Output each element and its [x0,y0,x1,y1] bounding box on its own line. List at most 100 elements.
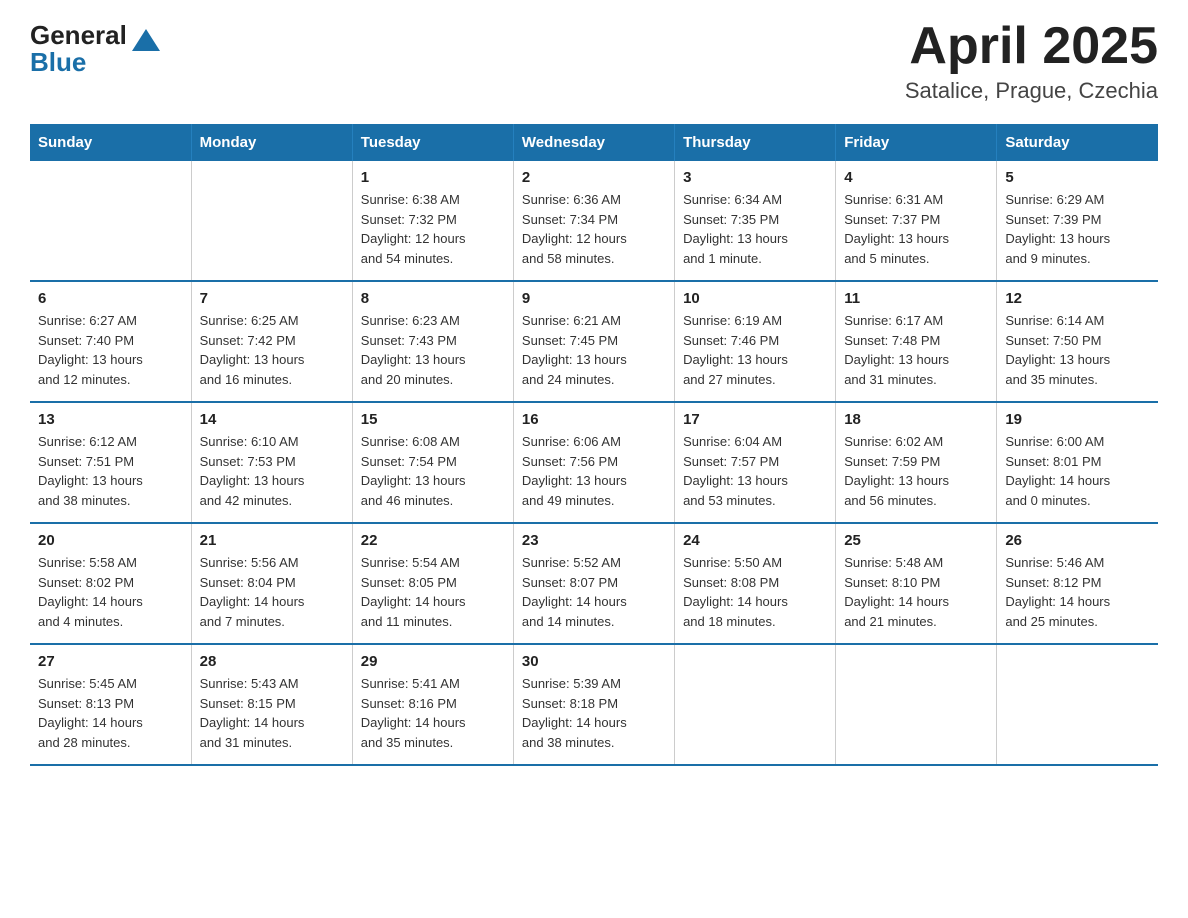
calendar-cell: 13 Sunrise: 6:12 AMSunset: 7:51 PMDayligh… [30,402,191,523]
day-number: 9 [522,290,666,307]
day-number: 29 [361,653,505,670]
day-number: 22 [361,532,505,549]
day-info: Sunrise: 6:29 AMSunset: 7:39 PMDaylight:… [1005,190,1150,268]
day-info: Sunrise: 5:46 AMSunset: 8:12 PMDaylight:… [1005,553,1150,631]
logo-blue-text: Blue [30,47,86,78]
day-number: 2 [522,169,666,186]
day-info: Sunrise: 6:08 AMSunset: 7:54 PMDaylight:… [361,432,505,510]
calendar-cell: 8 Sunrise: 6:23 AMSunset: 7:43 PMDaylight… [352,281,513,402]
calendar-table: SundayMondayTuesdayWednesdayThursdayFrid… [30,124,1158,766]
day-info: Sunrise: 5:43 AMSunset: 8:15 PMDaylight:… [200,674,344,752]
day-info: Sunrise: 6:31 AMSunset: 7:37 PMDaylight:… [844,190,988,268]
day-number: 24 [683,532,827,549]
calendar-cell: 15 Sunrise: 6:08 AMSunset: 7:54 PMDayligh… [352,402,513,523]
day-number: 15 [361,411,505,428]
calendar-title-block: April 2025 Satalice, Prague, Czechia [905,20,1158,104]
calendar-week-row: 1 Sunrise: 6:38 AMSunset: 7:32 PMDaylight… [30,161,1158,281]
calendar-cell: 19 Sunrise: 6:00 AMSunset: 8:01 PMDayligh… [997,402,1158,523]
day-number: 30 [522,653,666,670]
weekday-header-monday: Monday [191,124,352,161]
calendar-cell: 28 Sunrise: 5:43 AMSunset: 8:15 PMDayligh… [191,644,352,765]
day-number: 7 [200,290,344,307]
calendar-cell: 11 Sunrise: 6:17 AMSunset: 7:48 PMDayligh… [836,281,997,402]
day-info: Sunrise: 5:45 AMSunset: 8:13 PMDaylight:… [38,674,183,752]
day-info: Sunrise: 6:04 AMSunset: 7:57 PMDaylight:… [683,432,827,510]
calendar-week-row: 20Sunrise: 5:58 AMSunset: 8:02 PMDayligh… [30,523,1158,644]
calendar-cell: 25Sunrise: 5:48 AMSunset: 8:10 PMDayligh… [836,523,997,644]
day-info: Sunrise: 5:48 AMSunset: 8:10 PMDaylight:… [844,553,988,631]
day-info: Sunrise: 6:02 AMSunset: 7:59 PMDaylight:… [844,432,988,510]
calendar-cell: 4Sunrise: 6:31 AMSunset: 7:37 PMDaylight… [836,161,997,281]
weekday-header-row: SundayMondayTuesdayWednesdayThursdayFrid… [30,124,1158,161]
day-info: Sunrise: 6:12 AMSunset: 7:51 PMDaylight:… [38,432,183,510]
logo: General Blue [30,20,160,78]
day-info: Sunrise: 6:00 AMSunset: 8:01 PMDaylight:… [1005,432,1150,510]
day-number: 16 [522,411,666,428]
calendar-cell: 29 Sunrise: 5:41 AMSunset: 8:16 PMDayligh… [352,644,513,765]
day-info: Sunrise: 6:34 AMSunset: 7:35 PMDaylight:… [683,190,827,268]
calendar-cell: 12Sunrise: 6:14 AMSunset: 7:50 PMDayligh… [997,281,1158,402]
calendar-cell: 18 Sunrise: 6:02 AMSunset: 7:59 PMDayligh… [836,402,997,523]
day-number: 11 [844,290,988,307]
calendar-cell: 30 Sunrise: 5:39 AMSunset: 8:18 PMDayligh… [513,644,674,765]
weekday-header-wednesday: Wednesday [513,124,674,161]
day-info: Sunrise: 6:10 AMSunset: 7:53 PMDaylight:… [200,432,344,510]
day-number: 18 [844,411,988,428]
day-info: Sunrise: 6:23 AMSunset: 7:43 PMDaylight:… [361,311,505,389]
weekday-header-tuesday: Tuesday [352,124,513,161]
calendar-cell: 6Sunrise: 6:27 AMSunset: 7:40 PMDaylight… [30,281,191,402]
calendar-cell: 7 Sunrise: 6:25 AMSunset: 7:42 PMDaylight… [191,281,352,402]
weekday-header-sunday: Sunday [30,124,191,161]
calendar-cell: 27 Sunrise: 5:45 AMSunset: 8:13 PMDayligh… [30,644,191,765]
weekday-header-saturday: Saturday [997,124,1158,161]
day-number: 26 [1005,532,1150,549]
calendar-cell [675,644,836,765]
day-number: 13 [38,411,183,428]
calendar-cell [30,161,191,281]
calendar-subtitle: Satalice, Prague, Czechia [905,78,1158,104]
logo-triangle-icon [132,29,160,51]
calendar-cell: 20Sunrise: 5:58 AMSunset: 8:02 PMDayligh… [30,523,191,644]
logo-wordmark: General Blue [30,20,160,78]
day-number: 17 [683,411,827,428]
calendar-cell: 3 Sunrise: 6:34 AMSunset: 7:35 PMDaylight… [675,161,836,281]
day-number: 27 [38,653,183,670]
calendar-cell: 23 Sunrise: 5:52 AMSunset: 8:07 PMDayligh… [513,523,674,644]
calendar-cell: 17 Sunrise: 6:04 AMSunset: 7:57 PMDayligh… [675,402,836,523]
day-number: 10 [683,290,827,307]
calendar-cell: 21 Sunrise: 5:56 AMSunset: 8:04 PMDayligh… [191,523,352,644]
day-number: 19 [1005,411,1150,428]
calendar-cell: 24Sunrise: 5:50 AMSunset: 8:08 PMDayligh… [675,523,836,644]
calendar-title: April 2025 [905,20,1158,72]
weekday-header-thursday: Thursday [675,124,836,161]
weekday-header-friday: Friday [836,124,997,161]
day-info: Sunrise: 5:56 AMSunset: 8:04 PMDaylight:… [200,553,344,631]
day-info: Sunrise: 5:39 AMSunset: 8:18 PMDaylight:… [522,674,666,752]
day-info: Sunrise: 6:14 AMSunset: 7:50 PMDaylight:… [1005,311,1150,389]
day-info: Sunrise: 6:19 AMSunset: 7:46 PMDaylight:… [683,311,827,389]
day-info: Sunrise: 6:36 AMSunset: 7:34 PMDaylight:… [522,190,666,268]
day-number: 23 [522,532,666,549]
day-number: 1 [361,169,505,186]
calendar-cell: 14Sunrise: 6:10 AMSunset: 7:53 PMDayligh… [191,402,352,523]
day-number: 21 [200,532,344,549]
calendar-cell: 16 Sunrise: 6:06 AMSunset: 7:56 PMDayligh… [513,402,674,523]
day-number: 3 [683,169,827,186]
calendar-cell [191,161,352,281]
calendar-week-row: 27 Sunrise: 5:45 AMSunset: 8:13 PMDayligh… [30,644,1158,765]
day-number: 28 [200,653,344,670]
day-number: 20 [38,532,183,549]
day-info: Sunrise: 6:06 AMSunset: 7:56 PMDaylight:… [522,432,666,510]
day-info: Sunrise: 5:52 AMSunset: 8:07 PMDaylight:… [522,553,666,631]
calendar-cell: 2 Sunrise: 6:36 AMSunset: 7:34 PMDaylight… [513,161,674,281]
day-info: Sunrise: 6:21 AMSunset: 7:45 PMDaylight:… [522,311,666,389]
calendar-cell: 22Sunrise: 5:54 AMSunset: 8:05 PMDayligh… [352,523,513,644]
day-info: Sunrise: 6:38 AMSunset: 7:32 PMDaylight:… [361,190,505,268]
day-info: Sunrise: 5:41 AMSunset: 8:16 PMDaylight:… [361,674,505,752]
day-info: Sunrise: 6:17 AMSunset: 7:48 PMDaylight:… [844,311,988,389]
day-info: Sunrise: 6:25 AMSunset: 7:42 PMDaylight:… [200,311,344,389]
calendar-week-row: 13 Sunrise: 6:12 AMSunset: 7:51 PMDayligh… [30,402,1158,523]
day-number: 8 [361,290,505,307]
day-number: 5 [1005,169,1150,186]
calendar-cell: 26 Sunrise: 5:46 AMSunset: 8:12 PMDayligh… [997,523,1158,644]
